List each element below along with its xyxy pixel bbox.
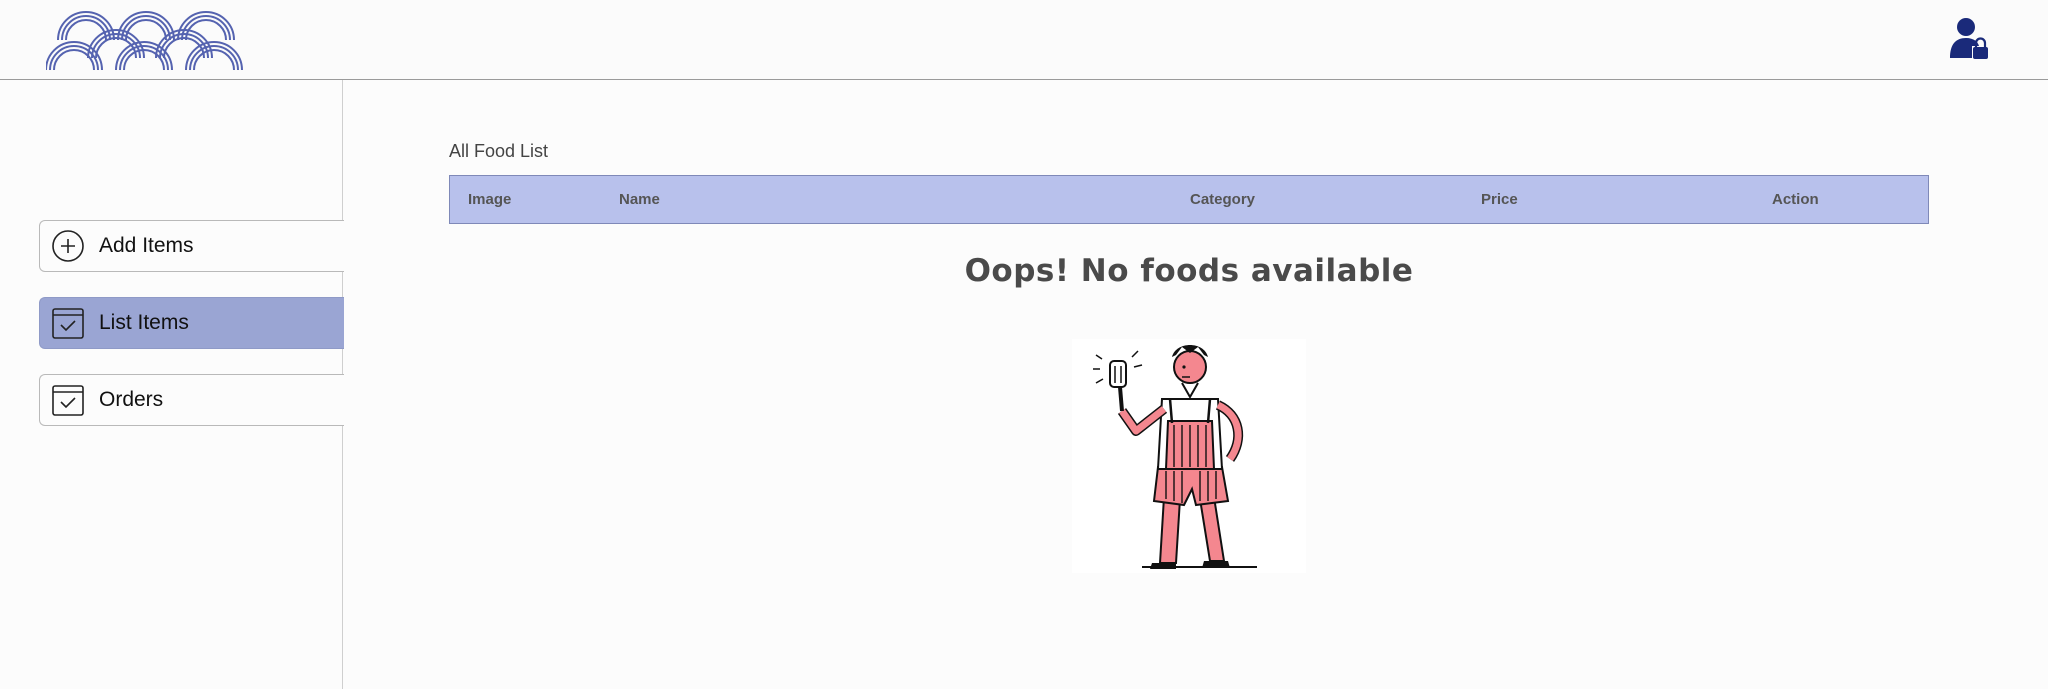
column-header-action: Action (1772, 191, 1819, 208)
chef-with-spatula-illustration (1072, 339, 1306, 573)
sidebar-item-add-items[interactable]: Add Items (39, 220, 344, 272)
top-navbar (0, 0, 2048, 80)
column-header-image: Image (468, 191, 512, 208)
page-title: All Food List (449, 141, 549, 161)
table-header: Image Name Category Price Action (449, 175, 1929, 224)
column-header-price: Price (1481, 191, 1518, 208)
user-lock-icon[interactable] (1948, 16, 1990, 60)
empty-state-message: Oops! No foods available (964, 253, 1414, 289)
sidebar-item-label: Add Items (99, 234, 194, 257)
plus-circle-icon (52, 230, 84, 262)
column-header-category: Category (1190, 191, 1256, 208)
logo[interactable] (46, 8, 244, 72)
sidebar-item-label: Orders (99, 388, 164, 411)
sidebar-item-orders[interactable]: Orders (39, 374, 344, 426)
checkbox-icon (52, 308, 84, 339)
sidebar: Add Items List Items Orders (0, 80, 344, 689)
sidebar-item-label: List Items (99, 311, 189, 334)
checkbox-icon (52, 385, 84, 416)
column-header-name: Name (619, 191, 660, 208)
sidebar-item-list-items[interactable]: List Items (39, 297, 344, 349)
